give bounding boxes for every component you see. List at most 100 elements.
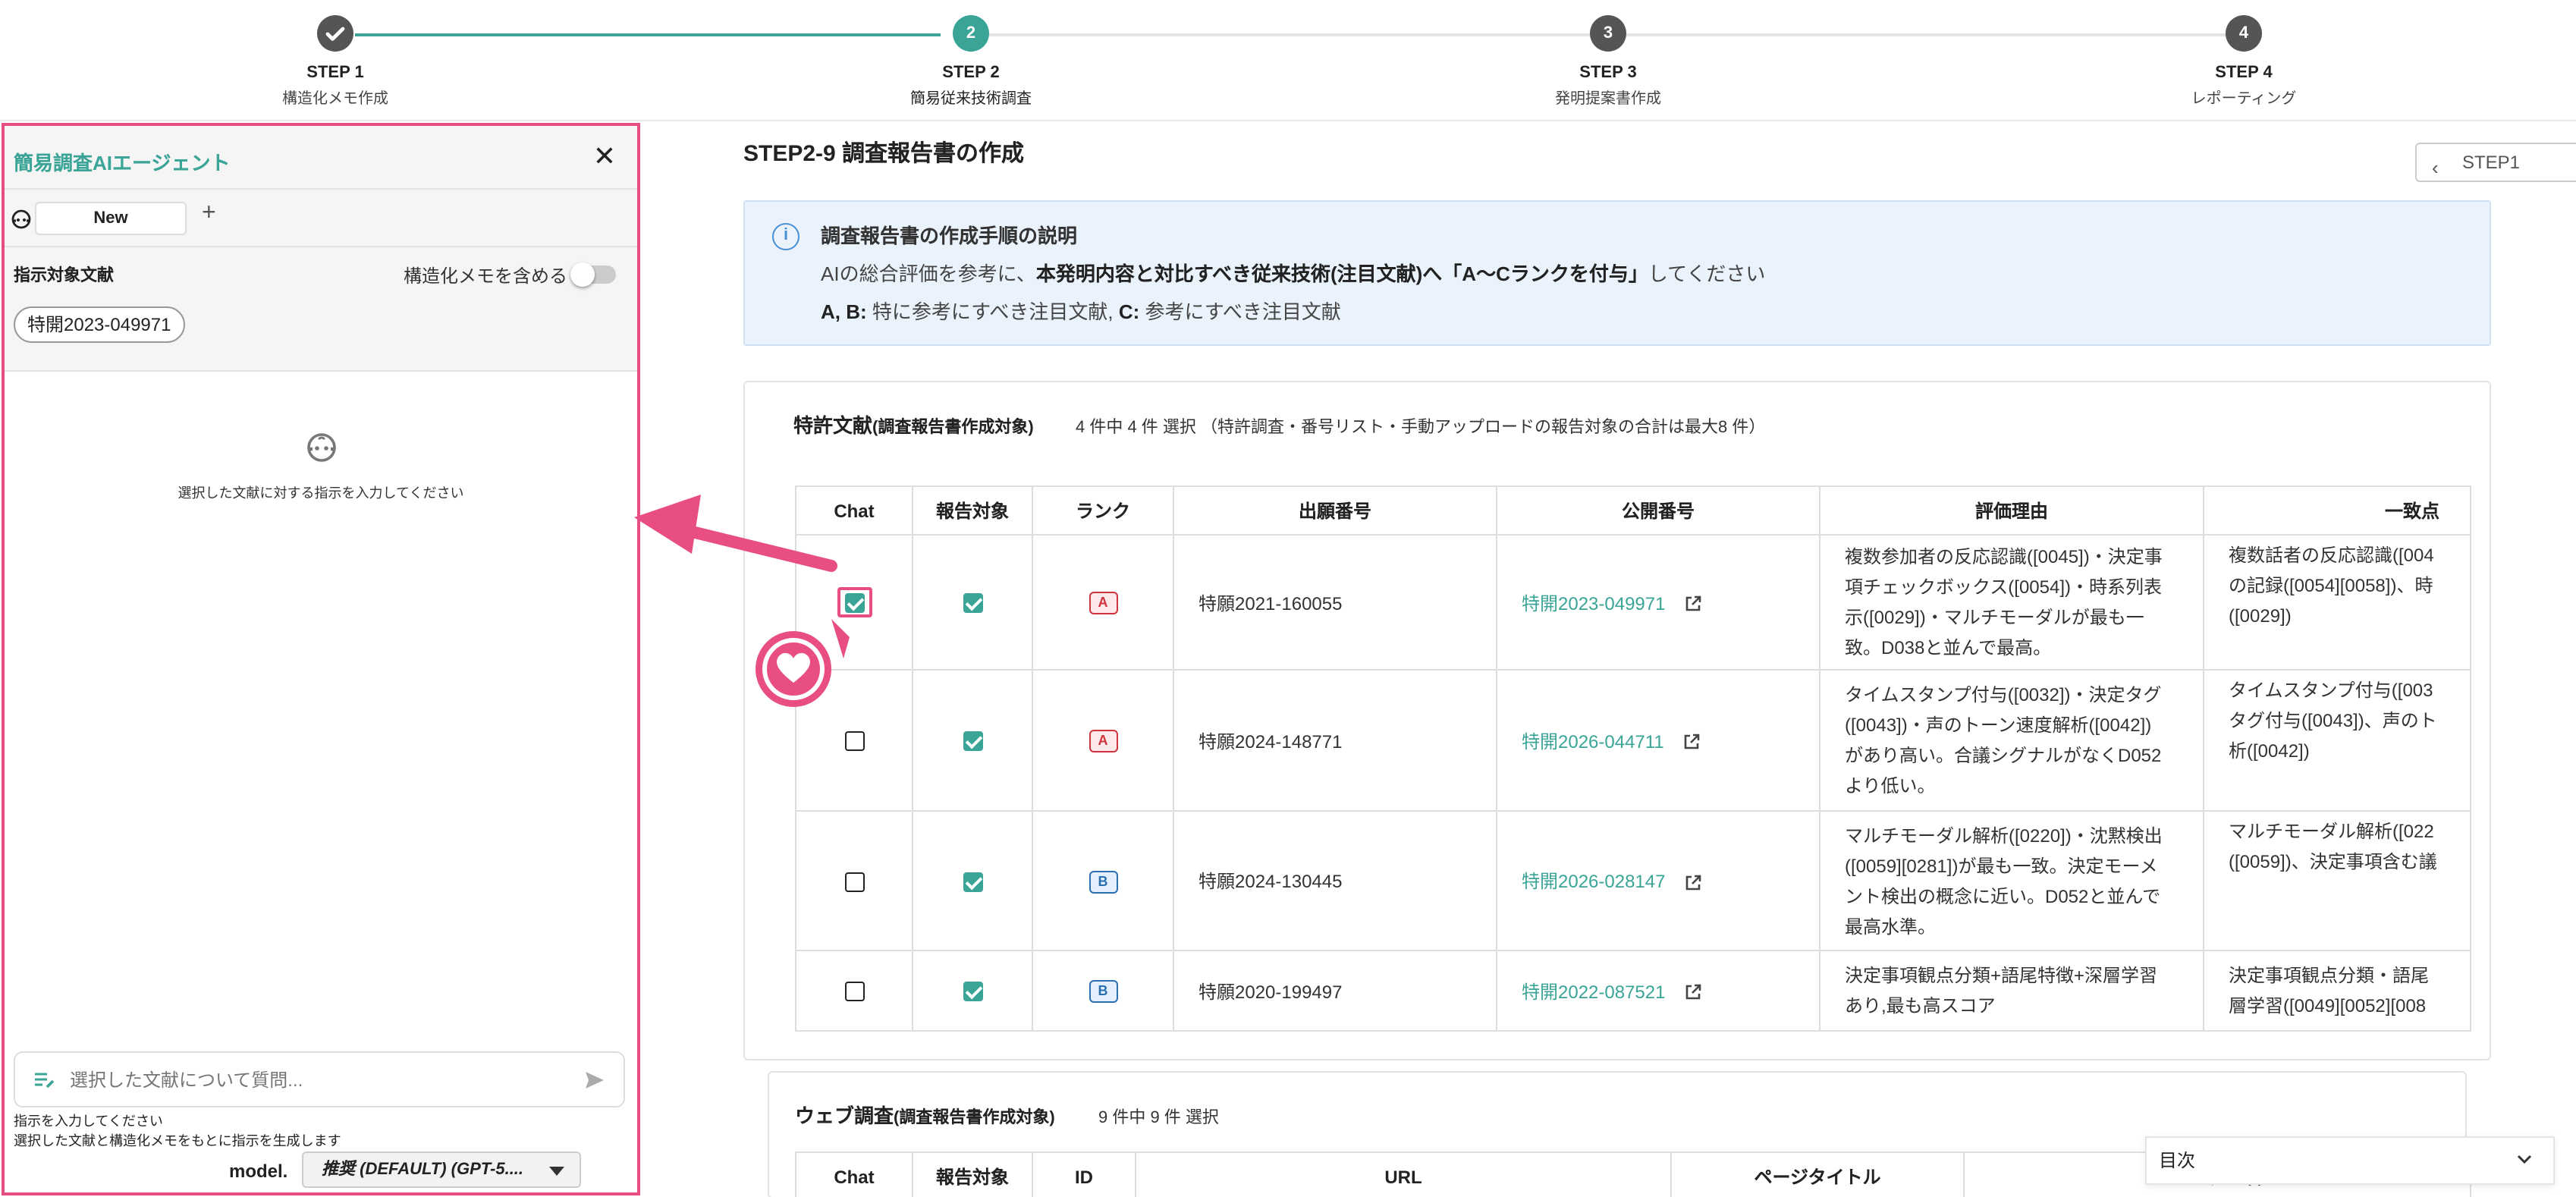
caret-down-icon bbox=[549, 1167, 564, 1176]
reason-line: あり,最も高スコア bbox=[1845, 995, 1996, 1016]
patent-table: Chat 報告対象 ランク 出願番号 公開番号 評価理由 一致点 A 特願202… bbox=[795, 485, 2471, 1032]
rank-badge[interactable]: A bbox=[1089, 592, 1117, 614]
step-3[interactable]: 3 STEP 3 発明提案書作成 bbox=[1456, 15, 1760, 108]
empty-state: 選択した文献に対する指示を入力してください bbox=[5, 429, 637, 502]
chat-checkbox[interactable] bbox=[844, 982, 864, 1002]
col-page-title: ページタイトル bbox=[1670, 1151, 1965, 1197]
step-1[interactable]: STEP 1 構造化メモ作成 bbox=[184, 15, 487, 108]
help-line-1: 指示を入力してください bbox=[14, 1114, 163, 1129]
col-chat: Chat bbox=[795, 485, 913, 536]
match-line: タイムスタンプ付与([003 bbox=[2229, 680, 2433, 701]
patent-table-header: Chat 報告対象 ランク 出願番号 公開番号 評価理由 一致点 bbox=[795, 485, 2471, 536]
chat-checkbox[interactable] bbox=[844, 731, 864, 752]
toc-label: 目次 bbox=[2159, 1150, 2196, 1171]
stepper: STEP 1 構造化メモ作成 2 STEP 2 簡易従来技術調査 3 STEP … bbox=[0, 0, 2576, 121]
table-row: B 特願2024-130445 特開2026-028147 マルチモーダル解析(… bbox=[795, 810, 2471, 951]
report-cell bbox=[912, 810, 1033, 951]
instructions-line-1: AIの総合評価を参考に、本発明内容と対比すべき従来技術(注目文献)へ「A〜Cラン… bbox=[821, 258, 1765, 287]
app-root: STEP 1 構造化メモ作成 2 STEP 2 簡易従来技術調査 3 STEP … bbox=[0, 0, 2576, 1197]
report-cell bbox=[912, 669, 1033, 812]
agent-title: 簡易調査AIエージェント bbox=[14, 152, 231, 174]
rank-ab-label: A, B: bbox=[821, 300, 867, 323]
reason-line: タイムスタンプ付与([0032])・決定タグ bbox=[1845, 684, 2162, 705]
patent-section: 特許文献(調査報告書作成対象) 4 件中 4 件 選択 （特許調査・番号リスト・… bbox=[743, 381, 2491, 1060]
target-docs-section: 指示対象文献 構造化メモを含める 特開2023-049971 bbox=[5, 247, 637, 372]
step-subtitle: レポーティング bbox=[2191, 91, 2297, 108]
report-checkbox[interactable] bbox=[963, 731, 982, 752]
chat-input[interactable] bbox=[70, 1065, 555, 1095]
reason-cell: マルチモーダル解析([0220])・沈黙検出 ([0059][0281])が最も一… bbox=[1819, 810, 2204, 951]
step-4[interactable]: 4 STEP 4 レポーティング bbox=[2092, 15, 2395, 108]
match-cell: 決定事項観点分類・語尾 層学習([0049][0052][008 bbox=[2203, 950, 2471, 1032]
report-cell bbox=[912, 950, 1033, 1032]
pub-number-link[interactable]: 特開2026-044711 bbox=[1522, 730, 1664, 752]
model-select[interactable]: 推奨 (DEFAULT) (GPT-5.... bbox=[302, 1151, 581, 1188]
back-step1-button[interactable]: ‹ STEP1 bbox=[2415, 143, 2576, 182]
match-line: 決定事項観点分類・語尾 bbox=[2229, 965, 2430, 986]
app-number: 特願2020-199497 bbox=[1173, 950, 1497, 1032]
model-label: model. bbox=[229, 1161, 288, 1182]
table-row: A 特願2021-160055 特開2023-049971 複数参加者の反応認識… bbox=[795, 534, 2471, 671]
report-checkbox[interactable] bbox=[963, 982, 982, 1002]
reason-line: ([0043])・声のトーン速度解析([0042]) bbox=[1845, 715, 2152, 736]
section-title-text: 特許文献 bbox=[793, 414, 873, 437]
pub-number-link[interactable]: 特開2026-028147 bbox=[1522, 871, 1666, 892]
pub-number-link[interactable]: 特開2022-087521 bbox=[1522, 981, 1666, 1002]
report-checkbox[interactable] bbox=[963, 593, 982, 614]
step-2[interactable]: 2 STEP 2 簡易従来技術調査 bbox=[819, 15, 1123, 108]
reason-line: より低い。 bbox=[1845, 775, 1936, 796]
section-title-text: ウェブ調査 bbox=[795, 1104, 894, 1127]
step-title: STEP 2 bbox=[942, 64, 1000, 82]
app-number: 特願2024-130445 bbox=[1173, 810, 1497, 951]
bot-icon bbox=[306, 433, 335, 462]
target-doc-chip[interactable]: 特開2023-049971 bbox=[14, 306, 185, 343]
edit-notes-icon bbox=[35, 1073, 55, 1089]
pub-cell: 特開2023-049971 bbox=[1496, 534, 1820, 671]
step-subtitle: 構造化メモ作成 bbox=[282, 91, 388, 108]
chat-checkbox[interactable] bbox=[844, 872, 864, 892]
reason-line: 複数参加者の反応認識([0045])・決定事 bbox=[1845, 546, 2163, 567]
tab-new[interactable]: New bbox=[35, 202, 187, 235]
plus-icon[interactable]: + bbox=[202, 200, 216, 228]
rank-badge[interactable]: B bbox=[1089, 870, 1117, 893]
report-cell bbox=[912, 534, 1033, 671]
info-icon: i bbox=[772, 223, 800, 250]
patent-section-title: 特許文献(調査報告書作成対象) bbox=[793, 410, 1034, 438]
app-number: 特願2021-160055 bbox=[1173, 534, 1497, 671]
toc-dropdown[interactable]: 目次 bbox=[2145, 1136, 2555, 1185]
send-icon[interactable] bbox=[584, 1070, 605, 1091]
table-row: B 特願2020-199497 特開2022-087521 決定事項観点分類+語… bbox=[795, 950, 2471, 1032]
external-link-icon[interactable] bbox=[1684, 984, 1702, 1002]
col-rank[interactable]: ランク bbox=[1032, 485, 1174, 536]
composer-help: 指示を入力してください 選択した文献と構造化メモをもとに指示を生成します bbox=[14, 1112, 341, 1151]
chat-cell bbox=[795, 810, 913, 951]
pub-cell: 特開2026-044711 bbox=[1496, 669, 1820, 812]
agent-header: 簡易調査AIエージェント ✕ bbox=[5, 126, 637, 190]
report-checkbox[interactable] bbox=[963, 872, 982, 892]
reason-line: 最高水準。 bbox=[1845, 916, 1937, 937]
col-app-number: 出願番号 bbox=[1173, 485, 1497, 536]
col-chat: Chat bbox=[795, 1151, 913, 1197]
chat-checkbox-highlight bbox=[837, 587, 872, 617]
reason-line: ント検出の概念に近い。D052と並んで bbox=[1845, 885, 2161, 906]
external-link-icon[interactable] bbox=[1684, 874, 1702, 892]
help-line-2: 選択した文献と構造化メモをもとに指示を生成します bbox=[14, 1133, 341, 1148]
instructions-text: AIの総合評価を参考に、 bbox=[821, 262, 1036, 285]
step-number: 4 bbox=[2226, 15, 2262, 52]
col-id: ID bbox=[1032, 1151, 1136, 1197]
reason-line: 決定事項観点分類+語尾特徴+深層学習 bbox=[1845, 965, 2158, 986]
rank-badge[interactable]: A bbox=[1089, 730, 1117, 752]
col-match: 一致点 bbox=[2203, 485, 2471, 536]
close-icon[interactable]: ✕ bbox=[593, 141, 616, 173]
rank-badge[interactable]: B bbox=[1089, 980, 1117, 1003]
external-link-icon[interactable] bbox=[1684, 595, 1702, 614]
step-subtitle: 発明提案書作成 bbox=[1555, 91, 1661, 108]
rank-cell: B bbox=[1032, 950, 1174, 1032]
pub-cell: 特開2026-028147 bbox=[1496, 810, 1820, 951]
section-title-note: (調査報告書作成対象) bbox=[894, 1109, 1055, 1127]
pub-number-link[interactable]: 特開2023-049971 bbox=[1522, 592, 1666, 614]
rank-cell: B bbox=[1032, 810, 1174, 951]
external-link-icon[interactable] bbox=[1682, 734, 1701, 752]
include-memo-toggle[interactable] bbox=[570, 262, 616, 287]
chat-checkbox[interactable] bbox=[844, 593, 864, 614]
